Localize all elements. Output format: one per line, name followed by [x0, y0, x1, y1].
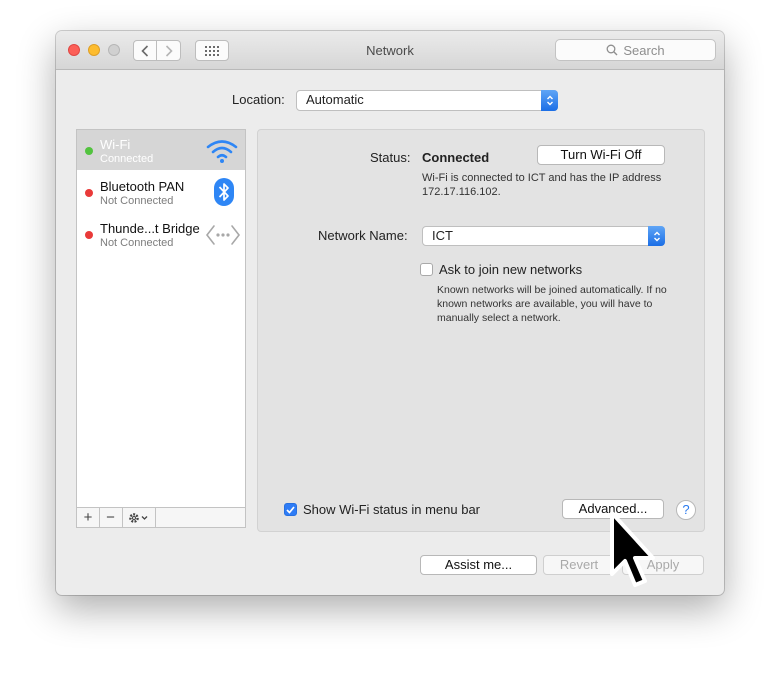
service-list: Wi-Fi Connected Bluetooth PAN Not Connec…: [76, 129, 246, 528]
show-wifi-status-label: Show Wi-Fi status in menu bar: [303, 502, 481, 517]
location-label: Location:: [232, 92, 285, 107]
popup-arrows-icon: [541, 90, 558, 111]
service-status: Not Connected: [100, 237, 174, 249]
network-name-value: ICT: [432, 228, 453, 243]
status-dot-not-connected: [85, 231, 93, 239]
network-name-label: Network Name:: [318, 228, 408, 243]
status-value: Connected: [422, 150, 490, 165]
thunderbolt-bridge-icon: [205, 225, 241, 245]
checkbox-checked[interactable]: [284, 503, 297, 516]
checkbox-unchecked[interactable]: [420, 263, 433, 276]
search-field[interactable]: Search: [555, 39, 716, 61]
turn-wifi-off-button[interactable]: Turn Wi-Fi Off: [537, 145, 665, 165]
mouse-pointer-icon: [610, 511, 655, 587]
add-service-button[interactable]: +: [77, 508, 100, 527]
help-button[interactable]: ?: [676, 500, 696, 520]
service-list-toolbar: + −: [77, 507, 245, 527]
status-dot-not-connected: [85, 189, 93, 197]
location-popup[interactable]: Automatic: [296, 90, 558, 111]
network-name-popup[interactable]: ICT: [422, 226, 665, 246]
gear-icon: [128, 512, 147, 523]
ask-to-join-description: Known networks will be joined automatica…: [437, 284, 667, 324]
service-item-bluetooth-pan[interactable]: Bluetooth PAN Not Connected: [77, 172, 245, 212]
service-detail-panel: Status: Connected Turn Wi-Fi Off Wi-Fi i…: [257, 129, 705, 532]
status-label: Status:: [370, 150, 411, 165]
service-name: Bluetooth PAN: [100, 179, 185, 194]
search-placeholder: Search: [623, 42, 665, 58]
search-icon: [606, 44, 618, 56]
service-status: Connected: [100, 153, 154, 165]
service-name: Wi-Fi: [100, 137, 131, 152]
service-status: Not Connected: [100, 195, 174, 207]
service-name: Thunde...t Bridge: [100, 221, 200, 236]
ask-to-join-label: Ask to join new networks: [439, 262, 583, 277]
status-description: Wi-Fi is connected to ICT and has the IP…: [422, 172, 662, 198]
show-wifi-status-checkbox[interactable]: Show Wi-Fi status in menu bar: [284, 502, 480, 517]
title-bar: Network Search: [56, 31, 724, 70]
location-value: Automatic: [306, 92, 364, 107]
status-dot-connected: [85, 147, 93, 155]
action-menu-button[interactable]: [122, 508, 156, 527]
bluetooth-icon: [214, 178, 234, 206]
wifi-icon: [206, 140, 238, 163]
checkmark-icon: [286, 505, 295, 514]
service-item-wifi[interactable]: Wi-Fi Connected: [77, 130, 245, 170]
assist-me-button[interactable]: Assist me...: [420, 555, 537, 575]
service-item-thunderbolt-bridge[interactable]: Thunde...t Bridge Not Connected: [77, 214, 245, 254]
remove-service-button[interactable]: −: [99, 508, 123, 527]
revert-button[interactable]: Revert: [543, 555, 615, 575]
popup-arrows-icon: [648, 226, 665, 246]
ask-to-join-checkbox[interactable]: Ask to join new networks: [420, 262, 582, 277]
